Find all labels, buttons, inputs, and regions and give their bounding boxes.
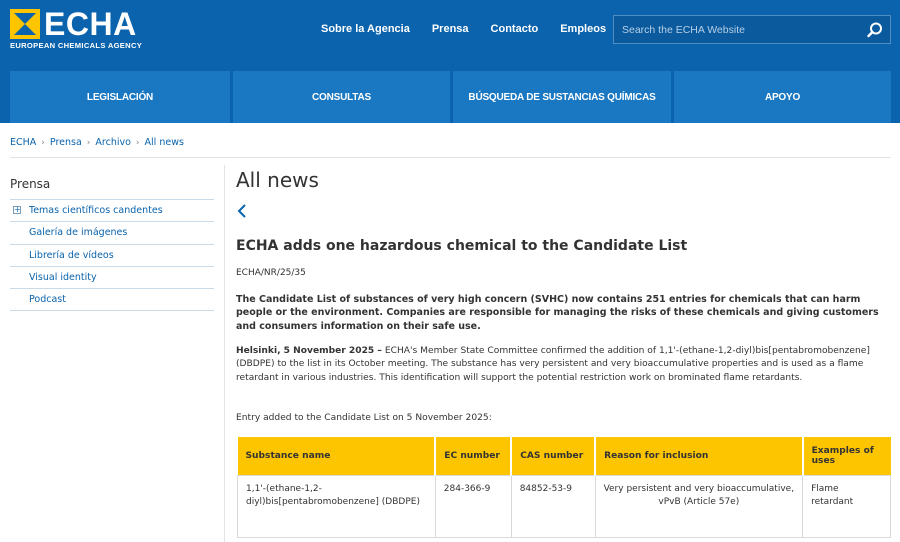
sidebar-item-label: Librería de vídeos [29,249,114,261]
entry-intro: Entry added to the Candidate List on 5 N… [236,413,492,423]
article-title: ECHA adds one hazardous chemical to the … [236,238,688,254]
sidebar-item-visual-identity[interactable]: Visual identity [10,267,214,290]
sidebar-title: Prensa [10,168,214,200]
top-navigation: Sobre la Agencia Prensa Contacto Empleos [321,23,628,35]
echa-logo-icon [10,9,40,39]
article-body: Helsinki, 5 November 2025 – ECHA's Membe… [236,345,886,385]
sidebar-divider [224,165,225,542]
main-navigation: LEGISLACIÓN CONSULTAS BÚSQUEDA DE SUSTAN… [10,71,891,123]
topnav-sobre-la-agencia[interactable]: Sobre la Agencia [321,23,410,35]
cell-reason: Very persistent and very bioaccumulative… [594,474,804,538]
breadcrumb-separator-icon: › [135,137,140,148]
sidebar-item-galeria-imagenes[interactable]: Galería de imágenes [10,222,214,245]
cell-substance-name: 1,1'-(ethane-1,2-diyl)bis[pentabromobenz… [237,474,436,538]
breadcrumb-all-news[interactable]: All news [145,137,184,148]
topnav-empleos[interactable]: Empleos [560,23,606,35]
back-chevron-icon[interactable] [236,204,248,218]
breadcrumb-prensa[interactable]: Prensa [50,137,82,148]
logo-wordmark: ECHA [44,6,137,42]
sidebar-item-temas-cientificos[interactable]: + Temas científicos candentes [10,200,214,223]
sidebar-item-label: Temas científicos candentes [29,205,163,217]
expand-plus-icon[interactable]: + [13,206,21,214]
breadcrumb-separator-icon: › [41,137,45,148]
search-icon[interactable] [866,21,884,39]
echa-logo[interactable]: ECHA EUROPEAN CHEMICALS AGENCY [10,6,160,51]
press-release-reference: ECHA/NR/25/35 [236,268,306,278]
dateline: Helsinki, 5 November 2025 – [236,346,382,356]
table-row: 1,1'-(ethane-1,2-diyl)bis[pentabromobenz… [237,474,891,538]
article-lead: The Candidate List of substances of very… [236,294,879,332]
sidebar-item-podcast[interactable]: Podcast [10,289,214,312]
topnav-prensa[interactable]: Prensa [432,23,469,35]
topnav-contacto[interactable]: Contacto [491,23,539,35]
sidebar-item-label: Galería de imágenes [29,227,128,239]
mainnav-consultas[interactable]: CONSULTAS [233,71,450,123]
search-box [613,15,891,44]
main-content: All news ECHA adds one hazardous chemica… [236,168,891,423]
breadcrumb: ECHA › Prensa › Archivo › All news [10,137,184,148]
search-input[interactable] [614,16,854,43]
page-title: All news [236,168,319,192]
candidate-list-table: Substance name EC number CAS number Reas… [237,437,891,538]
table-header-row: Substance name EC number CAS number Reas… [237,437,891,475]
breadcrumb-echa[interactable]: ECHA [10,137,36,148]
breadcrumb-archivo[interactable]: Archivo [95,137,131,148]
col-reason: Reason for inclusion [595,437,804,475]
sidebar-item-label: Podcast [29,294,66,306]
cell-cas-number: 84852-53-9 [510,474,596,538]
site-header: ECHA EUROPEAN CHEMICALS AGENCY Sobre la … [0,0,900,123]
sidebar-item-libreria-videos[interactable]: Librería de vídeos [10,245,214,267]
col-ec-number: EC number [435,437,513,475]
mainnav-legislacion[interactable]: LEGISLACIÓN [10,71,230,123]
col-uses: Examples of uses [802,437,891,475]
breadcrumb-divider [10,157,891,158]
cell-uses: Flame retardant [802,474,891,538]
sidebar: Prensa + Temas científicos candentes Gal… [10,168,214,312]
mainnav-apoyo[interactable]: APOYO [674,71,891,123]
cell-ec-number: 284-366-9 [434,474,512,538]
sidebar-item-label: Visual identity [29,272,97,284]
breadcrumb-separator-icon: › [86,137,91,148]
col-substance-name: Substance name [237,437,437,475]
logo-tagline: EUROPEAN CHEMICALS AGENCY [10,41,143,50]
col-cas-number: CAS number [511,437,597,475]
mainnav-busqueda-sustancias[interactable]: BÚSQUEDA DE SUSTANCIAS QUÍMICAS [453,71,671,123]
